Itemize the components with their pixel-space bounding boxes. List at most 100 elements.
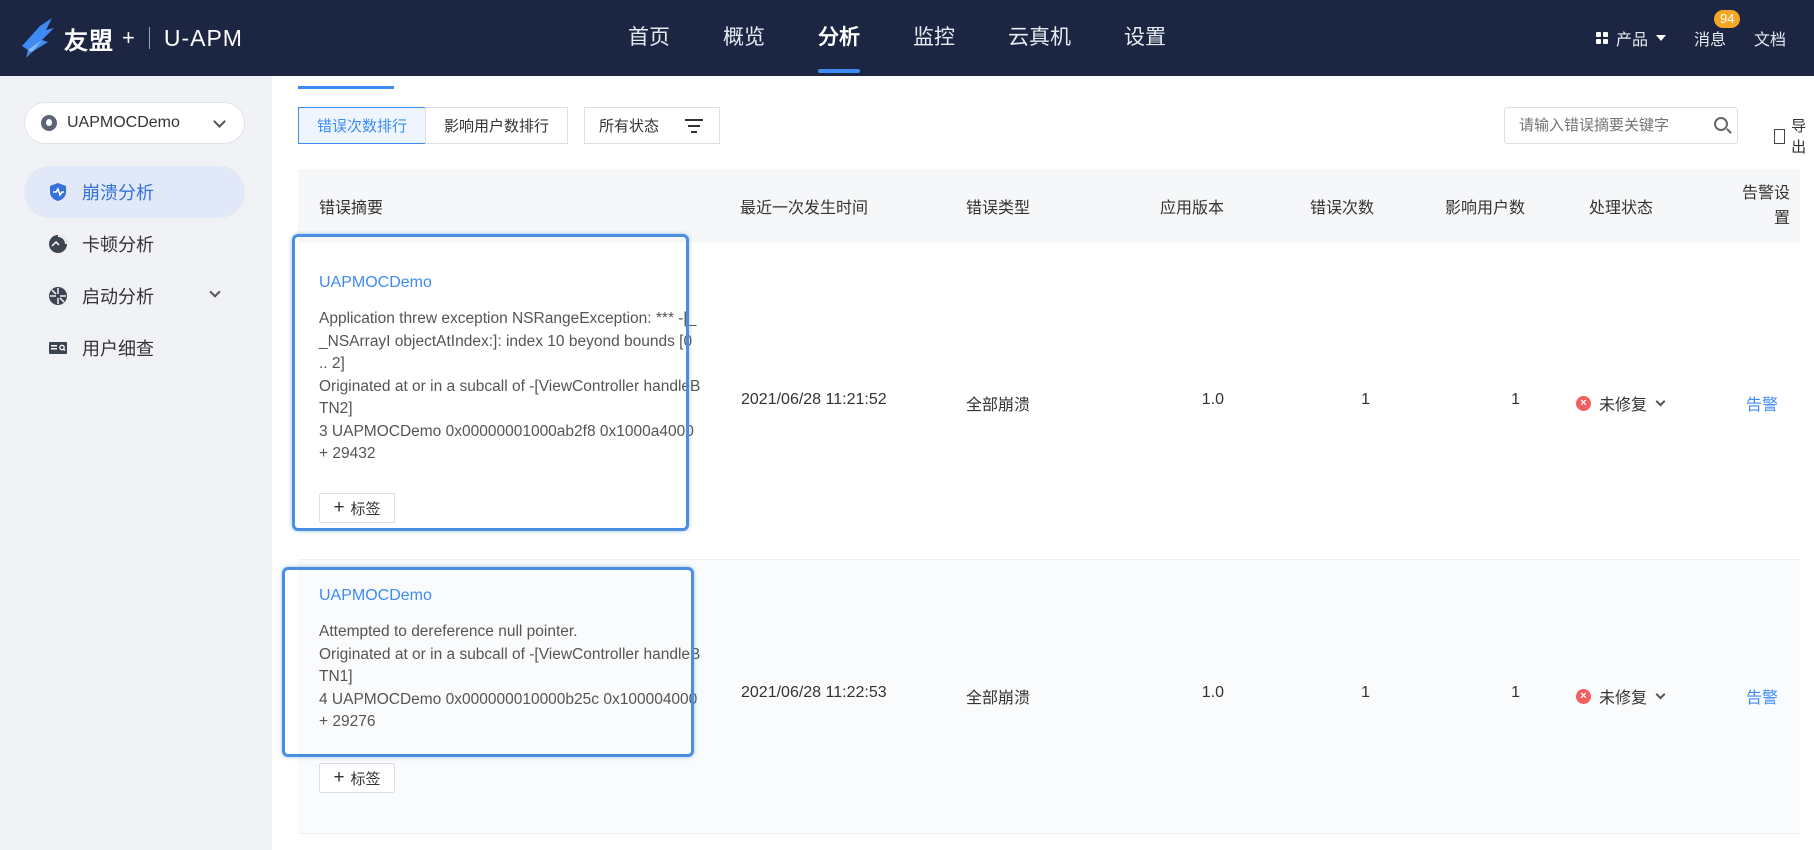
row-affected-users: 1 — [1511, 684, 1520, 701]
col-alarm-settings: 告警设 置 — [1718, 169, 1790, 243]
col-summary: 错误摘要 — [319, 200, 384, 217]
main-content: 错误次数排行 影响用户数排行 所有状态 导出 错误摘要 最近一次发生时间 错误类… — [272, 76, 1814, 850]
col-app-version: 应用版本 — [1160, 200, 1225, 217]
col-alarm-line2: 置 — [1773, 210, 1790, 227]
docs-link[interactable]: 文档 — [1754, 26, 1786, 50]
chevron-down-icon — [213, 115, 226, 128]
top-right-actions: 产品 消息 94 文档 — [1595, 0, 1814, 76]
summary-line: 4 UAPMOCDemo 0x000000010000b25c 0x100004… — [319, 690, 702, 731]
product-name: U-APM — [163, 24, 243, 51]
summary-line: Originated at or in a subcall of -[ViewC… — [319, 377, 701, 418]
sidebar-item-crash-analysis[interactable]: 崩溃分析 — [24, 166, 245, 218]
error-x-icon: × — [1576, 395, 1591, 411]
sidebar-item-user-inspect[interactable]: 用户细查 — [24, 322, 245, 374]
shield-icon — [48, 182, 68, 202]
messages-link[interactable]: 消息 94 — [1693, 10, 1741, 50]
messages-label: 消息 — [1693, 32, 1726, 49]
docs-label: 文档 — [1753, 32, 1786, 49]
products-label: 产品 — [1615, 32, 1648, 49]
row-affected-users: 1 — [1511, 391, 1520, 408]
add-tag-button[interactable]: + 标签 — [319, 763, 395, 793]
row-error-type: 全部崩溃 — [966, 690, 1031, 707]
caret-down-icon — [1655, 35, 1666, 41]
row-error-count: 1 — [1361, 391, 1370, 408]
summary-line: 3 UAPMOCDemo 0x00000001000ab2f8 0x1000a4… — [319, 422, 699, 463]
pie-chart-icon — [48, 234, 68, 254]
row-last-time: 2021/06/28 11:21:52 — [741, 391, 887, 408]
table-header: 错误摘要 最近一次发生时间 错误类型 应用版本 错误次数 影响用户数 处理状态 … — [298, 169, 1800, 243]
grid-icon — [1595, 32, 1608, 44]
col-error-type: 错误类型 — [966, 200, 1031, 217]
row-alarm-link[interactable]: 告警 — [1746, 391, 1778, 415]
swallow-logo-icon — [22, 18, 54, 58]
sidebar-item-label: 崩溃分析 — [82, 183, 154, 203]
row-error-count: 1 — [1361, 684, 1370, 701]
nav-settings[interactable]: 设置 — [1124, 0, 1166, 76]
export-icon — [1774, 128, 1786, 144]
row-app-version: 1.0 — [1201, 684, 1224, 701]
row-app-link[interactable]: UAPMOCDemo — [319, 587, 432, 605]
summary-line: Application threw exception NSRangeExcep… — [319, 310, 697, 372]
tag-label: 标签 — [350, 500, 381, 518]
brand-divider — [148, 27, 150, 49]
tab-active-indicator — [298, 86, 394, 89]
tag-label: 标签 — [350, 770, 381, 788]
nav-cloud-device[interactable]: 云真机 — [1008, 0, 1071, 76]
error-x-icon: × — [1576, 688, 1591, 704]
main-nav: 首页 概览 分析 监控 云真机 设置 — [628, 0, 1219, 76]
sidebar-item-lag-analysis[interactable]: 卡顿分析 — [24, 218, 245, 270]
nav-home[interactable]: 首页 — [628, 0, 670, 76]
sort-by-errors-button[interactable]: 错误次数排行 — [298, 107, 426, 144]
summary-line: Originated at or in a subcall of -[ViewC… — [319, 645, 701, 686]
sidebar-item-launch-analysis[interactable]: 启动分析 — [24, 270, 245, 322]
brand-logo[interactable]: 友盟 + U-APM — [18, 14, 243, 62]
row-error-type: 全部崩溃 — [966, 397, 1031, 414]
status-label: 未修复 — [1599, 690, 1648, 707]
status-filter-select[interactable]: 所有状态 — [584, 107, 720, 144]
col-error-count: 错误次数 — [1310, 200, 1375, 217]
export-button[interactable]: 导出 — [1774, 115, 1814, 157]
nav-monitor[interactable]: 监控 — [913, 0, 955, 76]
chevron-down-icon[interactable] — [209, 286, 221, 298]
export-label: 导出 — [1791, 118, 1807, 156]
sidebar: UAPMOCDemo 崩溃分析 卡顿分析 启动分析 用户细查 — [0, 76, 272, 850]
brand-plus: + — [122, 25, 135, 50]
nav-analysis[interactable]: 分析 — [818, 0, 860, 76]
row-status-dropdown[interactable]: × 未修复 — [1576, 684, 1666, 708]
products-menu[interactable]: 产品 — [1595, 26, 1666, 50]
table-row: UAPMOCDemo Application threw exception N… — [298, 243, 1800, 560]
top-navigation-bar: 友盟 + U-APM 首页 概览 分析 监控 云真机 设置 产品 消息 94 文… — [0, 0, 1814, 76]
sort-button-group: 错误次数排行 影响用户数排行 — [298, 107, 568, 144]
add-tag-button[interactable]: + 标签 — [319, 493, 395, 523]
col-alarm-line1: 告警设 — [1741, 185, 1790, 202]
brand-name: 友盟 — [64, 27, 114, 55]
row-app-version: 1.0 — [1201, 391, 1224, 408]
status-filter-label: 所有状态 — [599, 118, 660, 135]
plus-icon: + — [333, 767, 345, 788]
col-status: 处理状态 — [1589, 200, 1654, 217]
sidebar-item-label: 卡顿分析 — [82, 235, 154, 255]
sort-by-users-button[interactable]: 影响用户数排行 — [425, 107, 568, 144]
chevron-down-icon — [1655, 396, 1666, 406]
row-status-dropdown[interactable]: × 未修复 — [1576, 391, 1666, 415]
app-selector-label: UAPMOCDemo — [67, 114, 180, 131]
row-error-summary: Attempted to dereference null pointer. O… — [319, 621, 704, 734]
sidebar-item-label: 启动分析 — [82, 287, 154, 307]
row-alarm-link[interactable]: 告警 — [1746, 684, 1778, 708]
id-card-icon — [48, 338, 68, 358]
search-icon[interactable] — [1714, 117, 1728, 131]
col-affected-users: 影响用户数 — [1445, 200, 1526, 217]
row-app-link[interactable]: UAPMOCDemo — [319, 274, 432, 292]
col-last-time: 最近一次发生时间 — [740, 200, 869, 217]
row-error-summary: Application threw exception NSRangeExcep… — [319, 308, 704, 466]
nav-overview[interactable]: 概览 — [723, 0, 765, 76]
row-last-time: 2021/06/28 11:22:53 — [741, 684, 887, 701]
sidebar-item-label: 用户细查 — [82, 339, 154, 359]
search-input[interactable] — [1504, 107, 1738, 144]
chevron-down-icon — [1655, 689, 1666, 699]
summary-line: Attempted to dereference null pointer. — [319, 623, 578, 640]
table-row: UAPMOCDemo Attempted to dereference null… — [298, 560, 1800, 834]
app-selector[interactable]: UAPMOCDemo — [24, 102, 245, 144]
plus-icon: + — [333, 497, 345, 518]
status-label: 未修复 — [1599, 397, 1648, 414]
